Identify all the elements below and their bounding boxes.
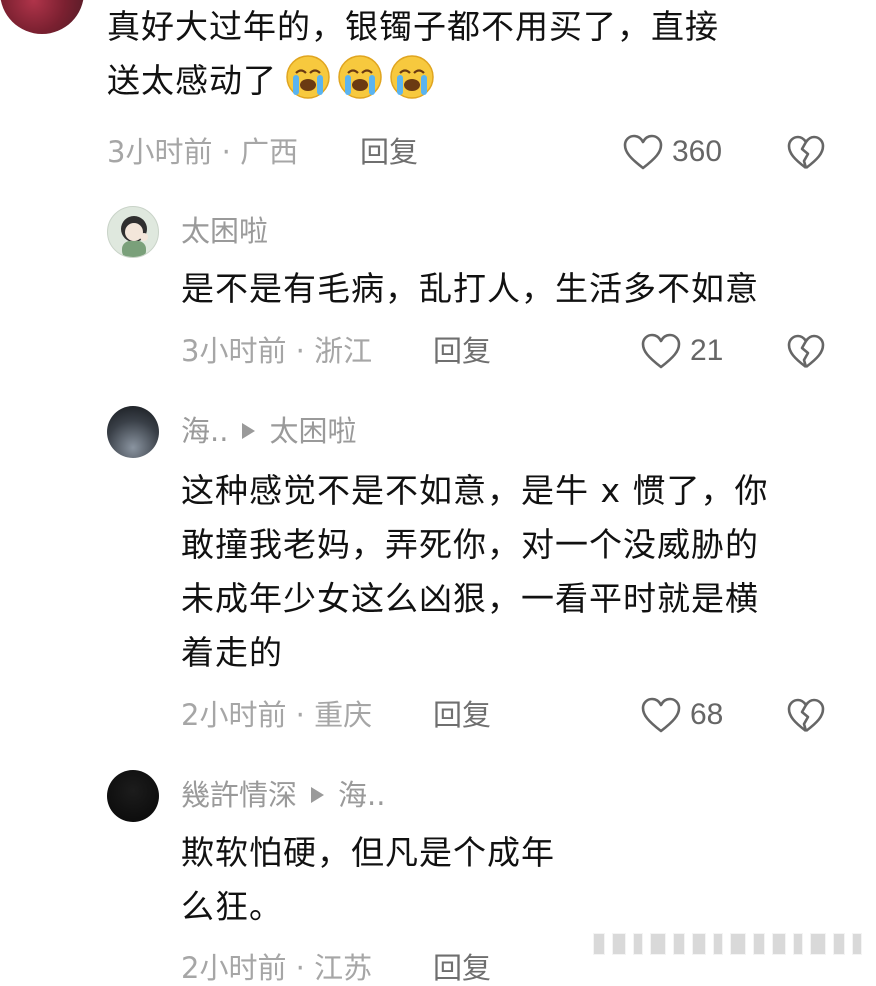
reply-button[interactable]: 回复 (433, 333, 491, 369)
username[interactable]: 太困啦 (181, 214, 268, 248)
loudly-crying-face-icon (286, 55, 330, 99)
heart-outline-icon (641, 697, 681, 733)
avatar[interactable] (0, 0, 84, 34)
broken-heart-icon[interactable] (786, 695, 826, 735)
comment-time-location: 3小时前 · 广西 (107, 135, 299, 169)
username[interactable]: 幾許情深 (181, 778, 297, 812)
reply-button[interactable]: 回复 (360, 134, 418, 170)
broken-heart-icon[interactable] (786, 132, 826, 172)
broken-heart-icon[interactable] (786, 331, 826, 371)
comment-text-line: 未成年少女这么凶狠，一看平时就是横 (181, 579, 759, 618)
comment-text: 这种感觉不是不如意，是牛 x 惯了，你 敢撞我老妈，弄死你，对一个没威胁的 未成… (181, 464, 769, 680)
comment-text: 是不是有毛病，乱打人，生活多不如意 (181, 262, 759, 316)
avatar[interactable] (107, 206, 159, 258)
comment-text-line: 着走的 (181, 633, 283, 672)
reply-to-username[interactable]: 海.. (338, 778, 385, 812)
like-button[interactable]: 21 (640, 331, 723, 371)
like-button[interactable]: 68 (640, 695, 723, 735)
heart-outline-icon (623, 134, 663, 170)
loudly-crying-face-icon (390, 55, 434, 99)
like-button[interactable]: 360 (622, 132, 722, 172)
like-count: 360 (672, 135, 723, 168)
comment-text-line: 送太感动了 (107, 54, 719, 108)
comment-text-line: 敢撞我老妈，弄死你，对一个没威胁的 (181, 525, 759, 564)
reply-arrow-icon (311, 787, 325, 803)
comment-username: 幾許情深 海.. (181, 778, 385, 812)
loudly-crying-face-icon (338, 55, 382, 99)
comment-text-line: 这种感觉不是不如意，是牛 x 惯了，你 (181, 471, 769, 510)
comment-text: 真好大过年的，银镯子都不用买了，直接 送太感动了 (107, 0, 719, 108)
comment-text-line: 欺软怕硬，但凡是个成年 (181, 833, 555, 872)
comment-text-line: 真好大过年的，银镯子都不用买了，直接 (107, 7, 719, 46)
avatar-illustration-icon (121, 216, 148, 257)
avatar[interactable] (107, 770, 159, 822)
username[interactable]: 海.. (181, 414, 228, 448)
like-count: 21 (690, 334, 724, 367)
comment-text-line: 么狂。 (181, 887, 283, 926)
comment-username[interactable]: 太困啦 (181, 214, 268, 248)
comment-time-location: 2小时前 · 重庆 (181, 698, 373, 732)
heart-outline-icon (641, 333, 681, 369)
reply-button[interactable]: 回复 (433, 950, 491, 986)
comment-text: 欺软怕硬，但凡是个成年 么狂。 (181, 826, 555, 934)
comment-text-line: 是不是有毛病，乱打人，生活多不如意 (181, 269, 759, 308)
watermark (593, 933, 862, 955)
comment-time-location: 2小时前 · 江苏 (181, 951, 373, 985)
comment-time-location: 3小时前 · 浙江 (181, 334, 373, 368)
avatar[interactable] (107, 406, 159, 458)
comment-username: 海.. 太困啦 (181, 414, 356, 448)
like-count: 68 (690, 698, 724, 731)
reply-arrow-icon (242, 423, 256, 439)
comment-text-line-part: 送太感动了 (107, 61, 277, 100)
reply-button[interactable]: 回复 (433, 697, 491, 733)
reply-to-username[interactable]: 太困啦 (269, 414, 356, 448)
